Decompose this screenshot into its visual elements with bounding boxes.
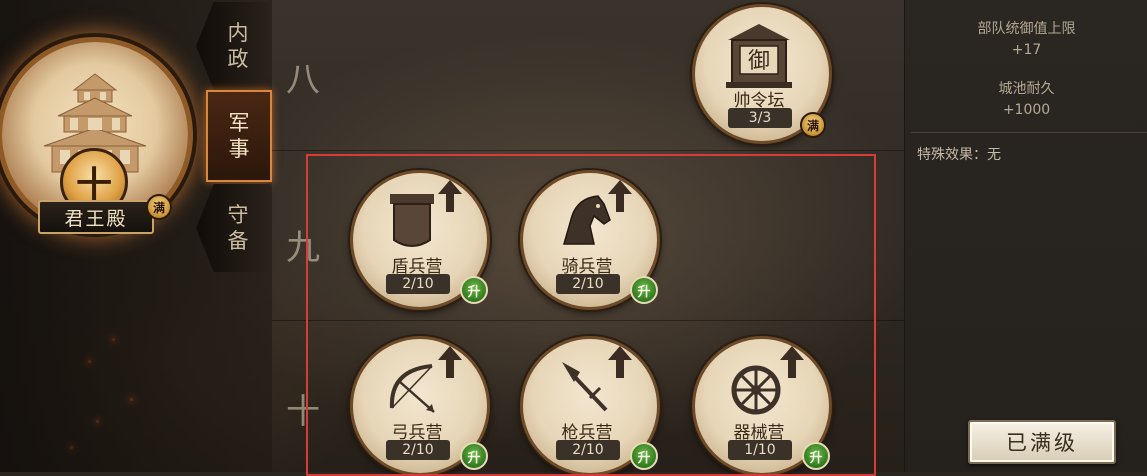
special-effect-text: 特殊效果：无 [917, 147, 1001, 163]
stat-value: +17 [1011, 42, 1042, 58]
tab-military[interactable]: 军 事 [206, 90, 272, 182]
stat-label: 城池耐久 [998, 81, 1055, 97]
tab-label: 内 [227, 21, 249, 45]
row-divider [272, 150, 904, 151]
building-commander-platform[interactable]: 御 帅令坛 3/3 满 [692, 4, 832, 144]
tab-label: 政 [227, 47, 249, 71]
main-building-name-plaque: 君王殿 [38, 200, 154, 234]
stat-value: +1000 [1002, 102, 1051, 118]
max-level-badge: 满 [800, 112, 826, 138]
divider [911, 132, 1147, 133]
commander-platform-icon: 御 [726, 24, 792, 88]
emblem-text: 御 [748, 49, 770, 74]
tab-label: 备 [227, 229, 249, 253]
selection-highlight [306, 154, 876, 476]
tab-label: 守 [227, 203, 249, 227]
tab-label: 军 [228, 111, 250, 135]
max-level-button[interactable]: 已满级 [968, 420, 1116, 464]
max-level-badge: 满 [146, 194, 172, 220]
building-level: 3/3 [728, 108, 792, 128]
tab-label: 事 [228, 137, 250, 161]
row-label-8: 八 [286, 60, 320, 100]
stat-label: 部队统御值上限 [977, 21, 1076, 37]
info-panel: 部队统御值上限 +17 城池耐久 +1000 特殊效果：无 [904, 0, 1147, 472]
